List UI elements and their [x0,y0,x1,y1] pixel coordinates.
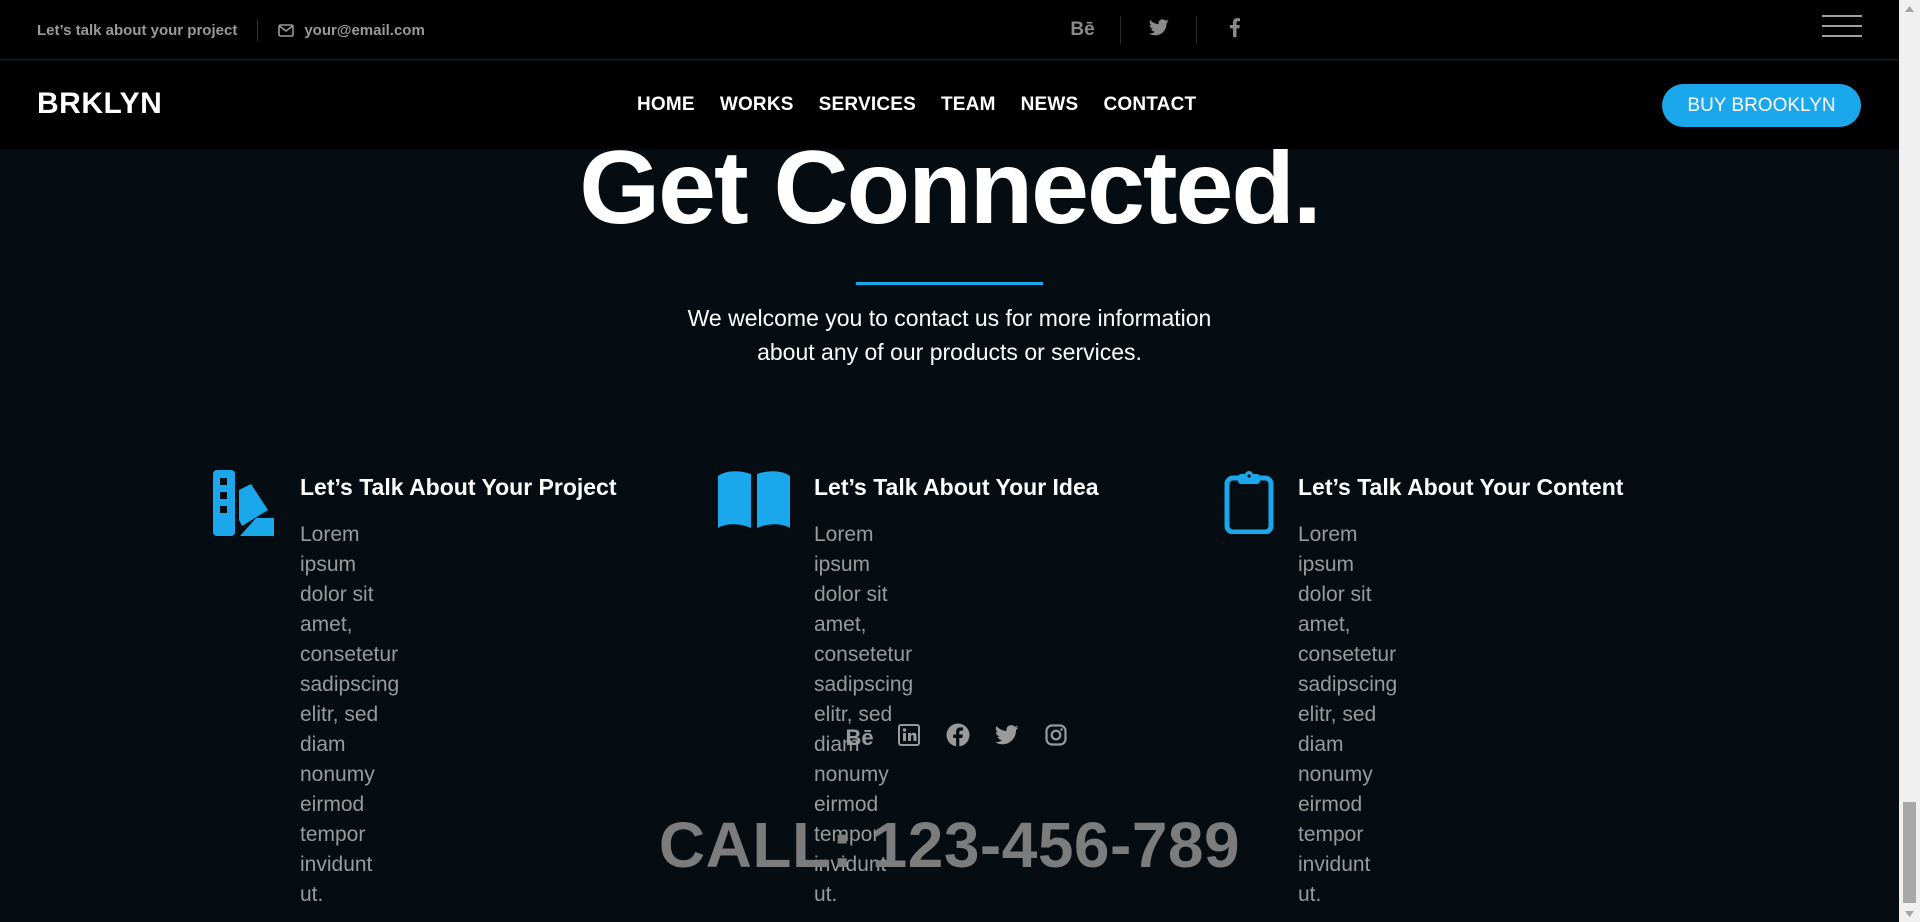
topbar-email-link[interactable]: your@email.com [304,22,425,39]
feature-text-line: consetetur sadipscing elitr, sed diam [300,643,400,756]
feature-text-line: Lorem ipsum dolor sit amet, [814,523,888,636]
facebook-link[interactable] [1197,0,1272,60]
hamburger-line [1822,15,1862,17]
feature-text-line: consetetur sadipscing elitr, sed [814,643,914,726]
hero-subtitle: We welcome you to contact us for more in… [0,301,1899,369]
scrollbar-thumb[interactable] [1903,802,1916,903]
hamburger-menu-icon[interactable] [1822,15,1862,37]
twitter-link[interactable] [982,720,1031,756]
linkedin-link[interactable] [884,720,933,756]
divider [257,19,259,41]
buy-brooklyn-button[interactable]: BUY BROOKLYN [1662,84,1861,127]
facebook-icon [946,723,970,753]
scroll-up-arrow-icon[interactable] [1899,0,1920,17]
linkedin-icon [897,724,920,752]
hamburger-line [1822,25,1862,27]
nav-contact[interactable]: CONTACT [1103,94,1196,116]
nav-team[interactable]: TEAM [941,94,996,116]
topbar-social-links: Bē [1045,0,1272,60]
twitter-link[interactable] [1121,0,1196,60]
feature-title: Let’s Talk About Your Content [1298,474,1624,500]
clipboard-icon [1224,470,1274,539]
nav-news[interactable]: NEWS [1021,94,1079,116]
hero-subtitle-line: about any of our products or services. [757,339,1142,365]
top-bar: Let’s talk about your project your@email… [0,0,1899,60]
footer-social-links: Bē [835,720,1080,756]
page-scrollbar[interactable] [1899,0,1920,922]
facebook-icon [1229,17,1240,43]
feature-text-line: Lorem ipsum dolor sit amet, [300,523,374,636]
envelope-icon [278,23,295,37]
topbar-contact: Let’s talk about your project your@email… [37,0,425,60]
instagram-icon [1044,724,1067,752]
twitter-icon [994,725,1019,751]
instagram-link[interactable] [1031,720,1080,756]
behance-icon: Bē [1070,19,1095,40]
hamburger-line [1822,35,1862,37]
feature-title: Let’s Talk About Your Idea [814,474,1099,500]
feature-text-line: consetetur sadipscing elitr, sed diam [1298,643,1398,756]
behance-link[interactable]: Bē [835,720,884,756]
page: Let’s talk about your project your@email… [0,0,1899,922]
nav-home[interactable]: HOME [637,94,695,116]
swatchbook-icon [212,470,276,541]
behance-icon: Bē [845,725,874,750]
feature-text-line: Lorem ipsum dolor sit amet, [1298,523,1372,636]
nav-works[interactable]: WORKS [720,94,794,116]
scroll-down-arrow-icon[interactable] [1899,905,1920,922]
twitter-icon [1148,18,1169,42]
book-open-icon [718,470,790,533]
behance-link[interactable]: Bē [1045,0,1120,60]
topbar-tagline: Let’s talk about your project [37,21,238,39]
accent-divider [856,282,1043,285]
feature-title: Let’s Talk About Your Project [300,474,617,500]
main-nav: HOME WORKS SERVICES TEAM NEWS CONTACT [637,61,1196,149]
nav-services[interactable]: SERVICES [819,94,916,116]
call-phone-number[interactable]: CALL: 123-456-789 [0,808,1899,882]
hero-subtitle-line: We welcome you to contact us for more in… [687,305,1212,331]
main-navbar: BRKLYN HOME WORKS SERVICES TEAM NEWS CON… [0,61,1899,149]
site-logo[interactable]: BRKLYN [37,87,162,121]
facebook-link[interactable] [933,720,982,756]
